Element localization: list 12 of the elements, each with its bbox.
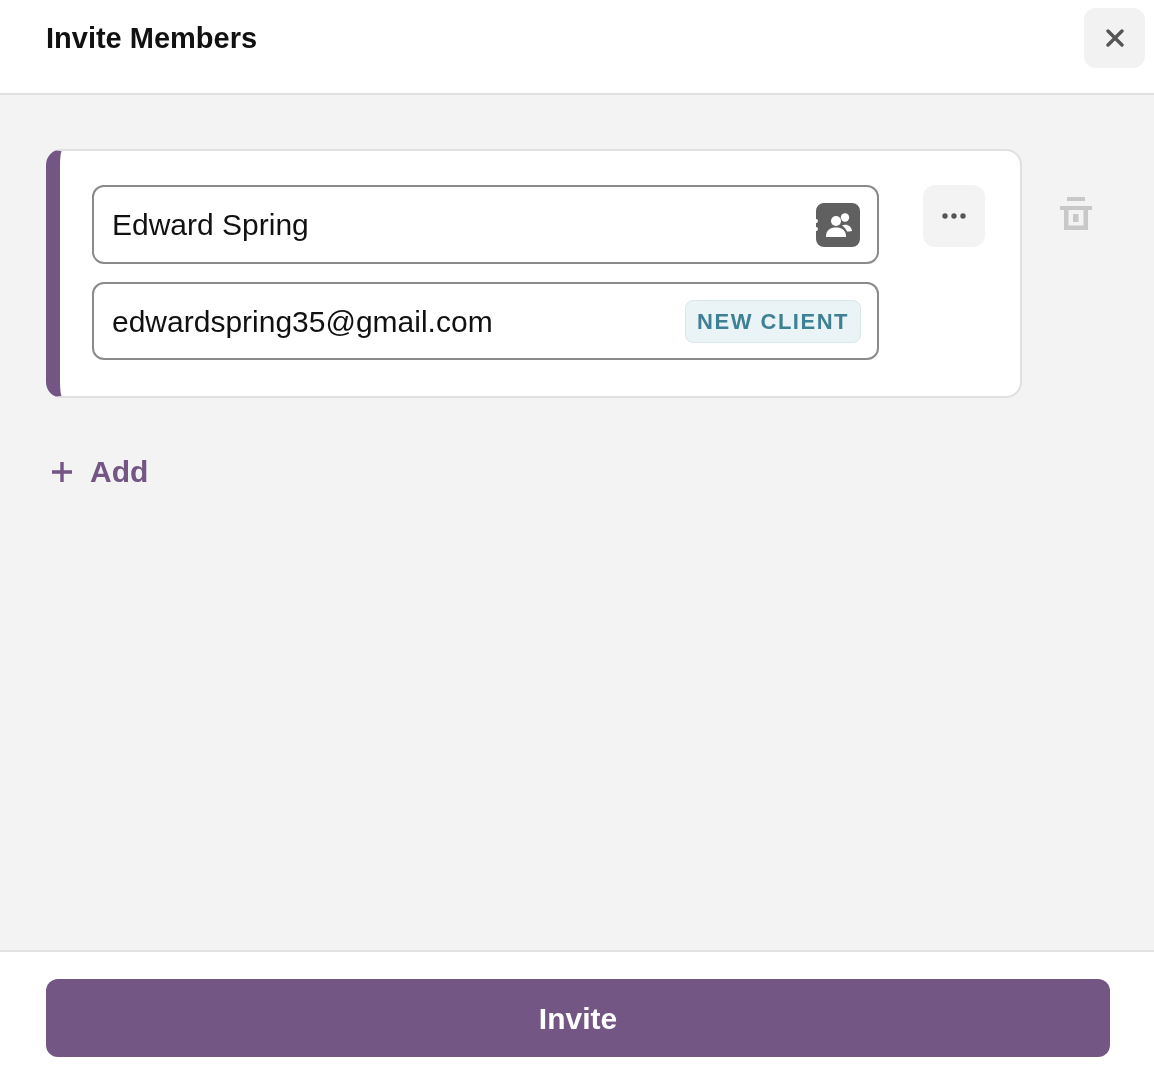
plus-icon [51, 461, 73, 483]
close-icon [1105, 29, 1124, 47]
dialog-title: Invite Members [46, 21, 258, 56]
close-button[interactable] [1084, 8, 1145, 68]
add-button[interactable]: Add [51, 454, 149, 490]
invite-button[interactable]: Invite [46, 979, 1110, 1057]
status-tag: NEW CLIENT [685, 299, 861, 343]
contacts-icon[interactable] [816, 202, 860, 247]
more-icon [942, 213, 966, 219]
email-field[interactable]: edwardspring35@gmail.com NEW CLIENT [92, 282, 879, 360]
trash-icon [1060, 197, 1092, 230]
name-field[interactable]: Edward Spring [92, 185, 879, 264]
